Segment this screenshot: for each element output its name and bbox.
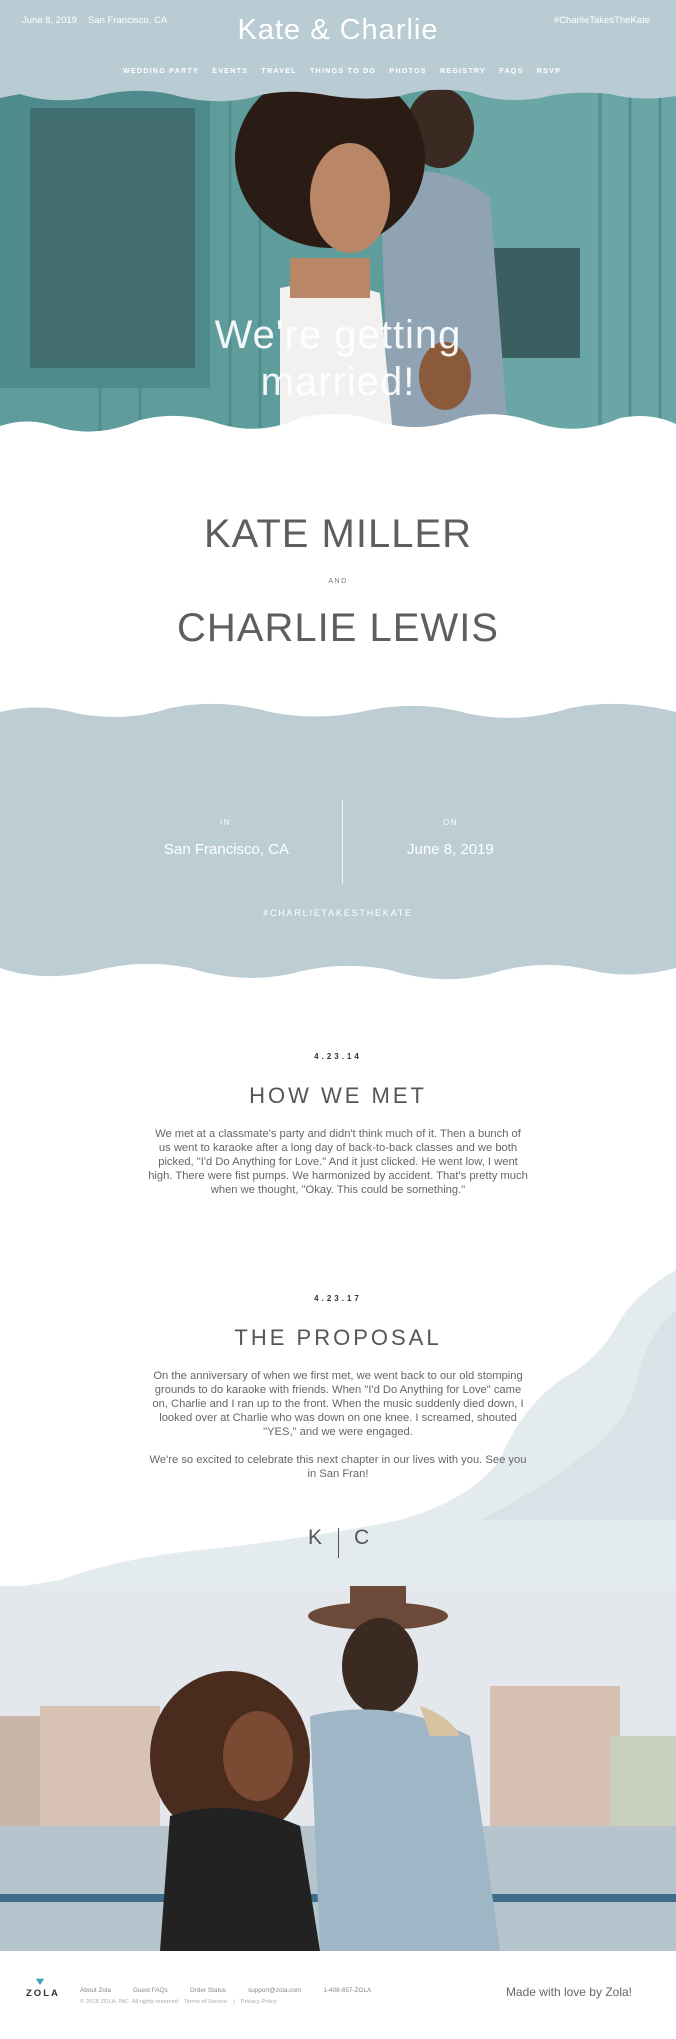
nav-travel[interactable]: TRAVEL (261, 66, 296, 75)
main-nav: WEDDING PARTY EVENTS TRAVEL THINGS TO DO… (0, 66, 676, 75)
bride-name: KATE MILLER (203, 512, 473, 556)
date-label: ON (443, 818, 458, 827)
zola-logo[interactable]: ZOLA (26, 1988, 60, 1999)
and-label: AND (328, 578, 348, 585)
groom-name: CHARLIE LEWIS (177, 606, 499, 650)
nav-rsvp[interactable]: RSVP (537, 66, 561, 75)
copyright-text: © 2018 ZOLA, INC. All rights reserved (80, 1999, 179, 2005)
footer-link-about[interactable]: About Zola (80, 1987, 111, 1994)
monogram-left: K (308, 1526, 323, 1549)
footer-legal: © 2018 ZOLA, INC. All rights reserved Te… (80, 1999, 277, 2005)
monogram-right: C (354, 1526, 370, 1549)
nav-events[interactable]: EVENTS (212, 66, 248, 75)
met-date: 4.23.14 (314, 1052, 362, 1061)
footer-links: About Zola Guest FAQs Order Status suppo… (80, 1987, 393, 1994)
privacy-link[interactable]: Privacy Policy (241, 1999, 277, 2005)
couple-photo (0, 1586, 676, 1951)
nav-registry[interactable]: REGISTRY (440, 66, 486, 75)
nav-things-to-do[interactable]: THINGS TO DO (310, 66, 376, 75)
footer-link-support-email[interactable]: support@zola.com (248, 1987, 301, 1994)
footer-link-guest-faqs[interactable]: Guest FAQs (133, 1987, 168, 1994)
made-with-love: Made with love by Zola! (505, 1985, 632, 1999)
met-title: HOW WE MET (249, 1083, 427, 1108)
hero-section: We're getting married! (0, 88, 676, 458)
proposal-section: 4.23.17 THE PROPOSAL On the anniversary … (0, 1294, 676, 1481)
date-value: June 8, 2019 (407, 841, 494, 858)
proposal-text: On the anniversary of when we first met,… (152, 1370, 524, 1438)
couple-photo-image (0, 1586, 676, 1951)
how-we-met-section: 4.23.14 HOW WE MET We met at a classmate… (0, 1052, 676, 1197)
couple-names: KATE MILLER AND CHARLIE LEWIS (0, 458, 676, 708)
legal-separator: | (233, 1999, 235, 2005)
zola-logo-icon (36, 1978, 44, 1985)
footer-link-order-status[interactable]: Order Status (190, 1987, 226, 1994)
proposal-closing-text: We're so excited to celebrate this next … (149, 1454, 527, 1480)
met-text: We met at a classmate's party and didn't… (148, 1128, 528, 1196)
hero-torn-edges (0, 88, 676, 458)
band-divider (342, 800, 343, 884)
proposal-title: THE PROPOSAL (234, 1325, 442, 1350)
terms-link[interactable]: Terms of Service (184, 1999, 227, 2005)
nav-photos[interactable]: PHOTOS (389, 66, 426, 75)
proposal-date: 4.23.17 (314, 1294, 362, 1303)
monogram-divider (338, 1528, 339, 1558)
details-band: IN San Francisco, CA ON June 8, 2019 #CH… (0, 700, 676, 990)
footer-link-phone[interactable]: 1-408-657-ZOLA (323, 1987, 371, 1994)
location-value: San Francisco, CA (164, 841, 290, 858)
nav-wedding-party[interactable]: WEDDING PARTY (123, 66, 199, 75)
nav-faqs[interactable]: FAQS (499, 66, 523, 75)
header-hashtag: #CharlieTakesTheKate (553, 15, 650, 26)
location-label: IN (220, 818, 231, 827)
band-background (0, 703, 676, 980)
site-footer: ZOLA About Zola Guest FAQs Order Status … (0, 1951, 676, 2039)
band-hashtag: #CHARLIETAKESTHEKATE (263, 908, 413, 918)
